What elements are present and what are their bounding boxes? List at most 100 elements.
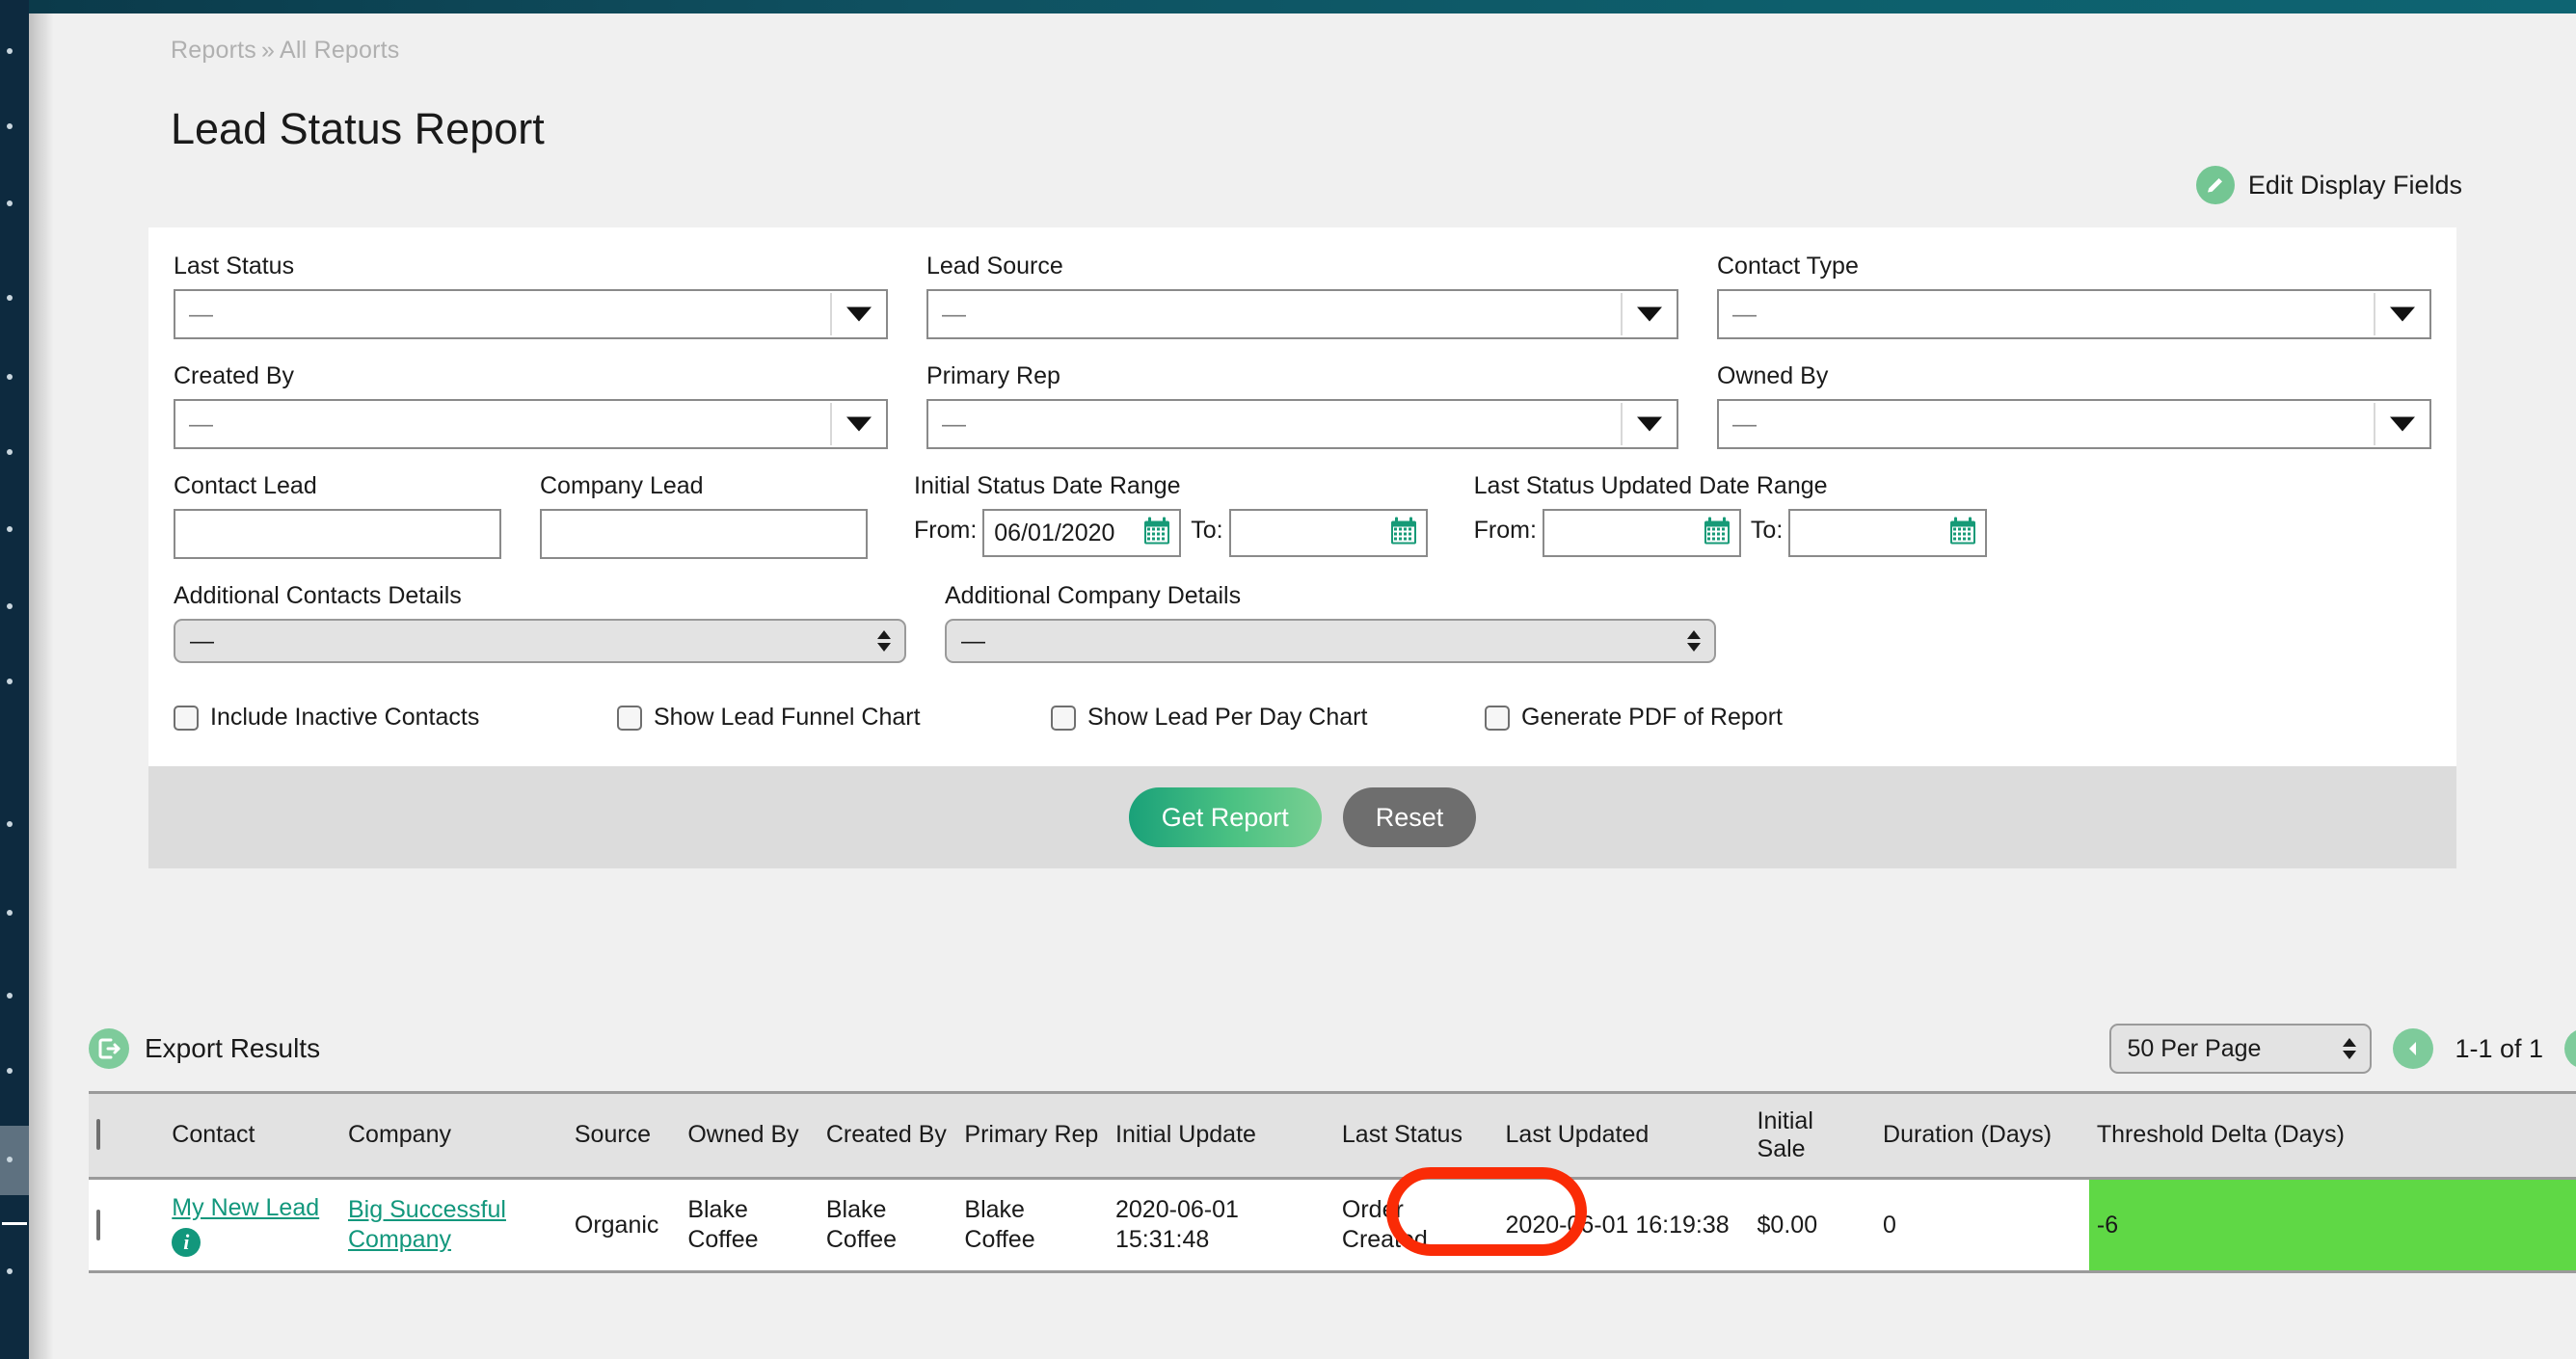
checkbox-box[interactable] — [174, 705, 199, 731]
checkbox-show-lead-per-day-chart[interactable]: Show Lead Per Day Chart — [1051, 704, 1485, 732]
updown-arrows-icon — [2343, 1038, 2357, 1059]
column-header-initial-update[interactable]: Initial Update — [1108, 1091, 1334, 1180]
column-header-initial-sale[interactable]: Initial Sale — [1749, 1091, 1876, 1180]
last-status-updated-date-range: From: To: — [1474, 509, 1988, 557]
app-window: Reports» All Reports Lead Status Report E… — [0, 0, 2576, 1359]
column-header-duration-days[interactable]: Duration (Days) — [1875, 1091, 2089, 1180]
field-contact-type: Contact Type — — [1717, 253, 2431, 339]
sidebar-icon-6[interactable] — [7, 449, 13, 455]
sidebar-icon-10[interactable] — [7, 821, 13, 827]
sidebar-icon-9[interactable] — [7, 679, 13, 684]
prev-page-button[interactable] — [2393, 1028, 2434, 1069]
per-page-select[interactable]: 50 Per Page — [2109, 1024, 2373, 1074]
page-info-top: 1-1 of 1 — [2455, 1033, 2543, 1063]
label-owned-by: Owned By — [1717, 362, 1829, 389]
breadcrumb-current[interactable]: All Reports — [280, 37, 399, 64]
column-header-owned-by[interactable]: Owned By — [680, 1091, 818, 1180]
column-header-company[interactable]: Company — [339, 1091, 567, 1180]
company-lead-input[interactable] — [540, 509, 868, 559]
checkbox-box[interactable] — [617, 705, 642, 731]
select-last-status-value: — — [189, 300, 213, 328]
checkbox-include-inactive-contacts[interactable]: Include Inactive Contacts — [174, 704, 617, 732]
select-all-checkbox[interactable] — [96, 1119, 100, 1151]
select-lead-source[interactable]: — — [926, 289, 1678, 339]
edit-display-fields-button[interactable]: Edit Display Fields — [2195, 166, 2462, 204]
sidebar-icon-1[interactable] — [7, 48, 13, 54]
column-header-last-updated[interactable]: Last Updated — [1497, 1091, 1750, 1180]
calendar-icon[interactable] — [1704, 517, 1731, 550]
contact-link[interactable]: My New Lead — [172, 1193, 333, 1223]
calendar-icon[interactable] — [1390, 517, 1417, 550]
additional-contacts-details-value: — — [190, 626, 214, 654]
sidebar-icon-13[interactable] — [7, 1068, 13, 1074]
table-header-row: Contact Company Source Owned By Created … — [89, 1091, 2576, 1180]
label-last-status-updated-date-range: Last Status Updated Date Range — [1473, 472, 1828, 499]
sidebar-icon-12[interactable] — [7, 993, 13, 999]
get-report-button[interactable]: Get Report — [1128, 787, 1322, 847]
results-table: Contact Company Source Owned By Created … — [89, 1091, 2576, 1273]
row-select-cell — [89, 1178, 165, 1273]
field-last-status: Last Status — — [174, 253, 888, 339]
sidebar-icon-14[interactable] — [7, 1268, 13, 1274]
column-header-last-status[interactable]: Last Status — [1333, 1091, 1498, 1180]
select-owned-by[interactable]: — — [1717, 399, 2431, 449]
select-primary-rep[interactable]: — — [926, 399, 1678, 449]
results-table-wrapper: Contact Company Source Owned By Created … — [89, 1091, 2576, 1273]
edit-display-fields-label: Edit Display Fields — [2247, 170, 2462, 200]
select-created-by[interactable]: — — [174, 399, 888, 449]
column-header-source[interactable]: Source — [566, 1091, 681, 1180]
sidebar-icon-active — [7, 1157, 13, 1162]
checkbox-generate-pdf-of-report[interactable]: Generate PDF of Report — [1485, 704, 1783, 732]
checkbox-show-lead-funnel-chart[interactable]: Show Lead Funnel Chart — [617, 704, 1051, 732]
label-additional-contacts-details: Additional Contacts Details — [174, 582, 462, 609]
next-page-button[interactable] — [2564, 1028, 2576, 1069]
filter-row-checkboxes: Include Inactive Contacts Show Lead Funn… — [174, 704, 2431, 732]
checkbox-box[interactable] — [1051, 705, 1076, 731]
company-link[interactable]: Big Successful Company — [348, 1196, 506, 1253]
cell-last-status: Order Created — [1333, 1178, 1498, 1273]
field-last-status-updated-date-range: Last Status Updated Date Range From: To: — [1474, 472, 1988, 559]
select-last-status[interactable]: — — [174, 289, 888, 339]
checkbox-label: Show Lead Funnel Chart — [654, 704, 921, 731]
label-company-lead: Company Lead — [540, 472, 704, 499]
sidebar-icon-2[interactable] — [7, 123, 13, 129]
select-additional-company-details[interactable]: — — [945, 619, 1716, 663]
sidebar-icon-11[interactable] — [7, 910, 13, 916]
column-header-contact[interactable]: Contact — [164, 1091, 340, 1180]
export-results-button[interactable]: Export Results — [89, 1028, 320, 1069]
field-contact-lead: Contact Lead — [174, 472, 501, 559]
cell-source: Organic — [566, 1178, 681, 1273]
filter-body: Last Status — Lead Source — Contact Type… — [148, 227, 2456, 766]
checkbox-box[interactable] — [1485, 705, 1510, 731]
row-select-checkbox[interactable] — [96, 1209, 100, 1240]
select-owned-by-value: — — [1732, 410, 1757, 438]
initial-status-from-input[interactable]: 06/01/2020 — [982, 509, 1182, 557]
initial-status-to-input[interactable] — [1228, 509, 1428, 557]
sidebar-icon-8[interactable] — [7, 603, 13, 609]
cell-duration-days: 0 — [1875, 1178, 2089, 1273]
updown-arrows-icon — [1687, 630, 1701, 652]
select-contact-type[interactable]: — — [1717, 289, 2431, 339]
select-primary-rep-value: — — [942, 410, 966, 438]
column-header-primary-rep[interactable]: Primary Rep — [956, 1091, 1108, 1180]
info-icon[interactable]: i — [172, 1228, 201, 1257]
breadcrumb-root[interactable]: Reports — [171, 37, 256, 64]
sidebar-icon-3[interactable] — [7, 200, 13, 206]
sidebar-icon-5[interactable] — [7, 374, 13, 380]
column-header-threshold-delta-days[interactable]: Threshold Delta (Days) — [2088, 1091, 2576, 1180]
calendar-icon[interactable] — [1949, 517, 1976, 550]
sidebar-icon-7[interactable] — [7, 526, 13, 532]
column-header-created-by[interactable]: Created By — [818, 1091, 957, 1180]
contact-lead-input[interactable] — [174, 509, 501, 559]
sidebar-active-item[interactable] — [0, 1126, 29, 1195]
cell-contact: My New Lead i — [164, 1178, 340, 1273]
results-toolbar: Export Results 50 Per Page 1-1 of 1 — [89, 1014, 2576, 1083]
initial-status-date-range: From: 06/01/2020 To: — [914, 509, 1428, 557]
last-status-from-input[interactable] — [1542, 509, 1741, 557]
select-additional-contacts-details[interactable]: — — [174, 619, 906, 663]
calendar-icon[interactable] — [1143, 517, 1170, 550]
last-status-to-input[interactable] — [1788, 509, 1988, 557]
reset-button[interactable]: Reset — [1342, 787, 1477, 847]
left-sidebar[interactable] — [0, 0, 29, 1359]
sidebar-icon-4[interactable] — [7, 295, 13, 301]
